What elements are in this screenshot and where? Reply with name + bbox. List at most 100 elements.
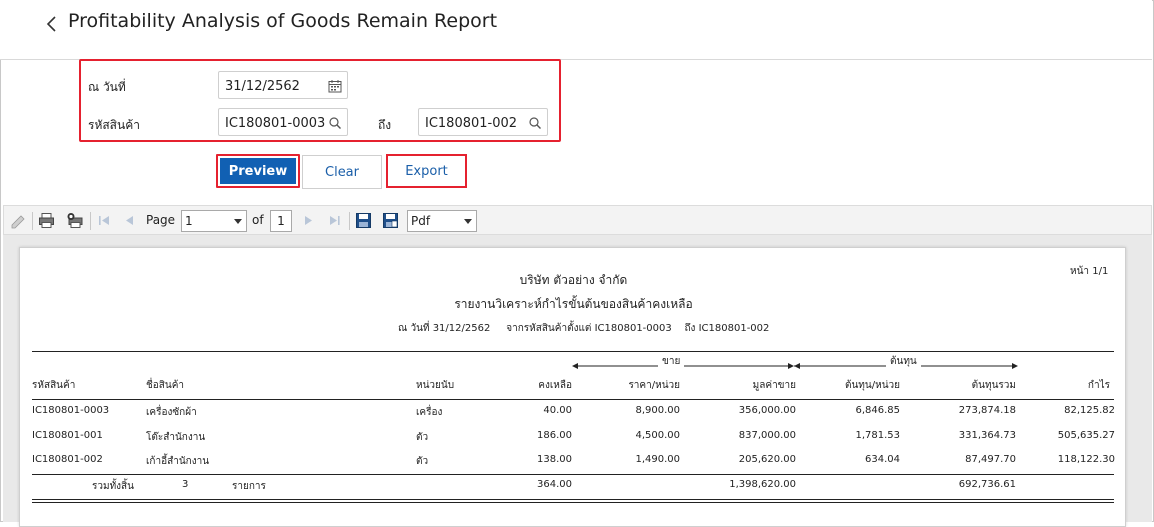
cell-name: เก้าอี้สำนักงาน bbox=[146, 456, 210, 467]
cell-unit: ตัว bbox=[416, 456, 429, 467]
cell-price: 4,500.00 bbox=[635, 430, 680, 441]
total-pages-box: 1 bbox=[270, 210, 292, 232]
cell-name: โต๊ะสำนักงาน bbox=[146, 432, 206, 443]
cell-total-cost: 331,364.73 bbox=[958, 430, 1016, 441]
cell-remain: 40.00 bbox=[543, 405, 572, 416]
col-header-sale: มูลค่าขาย bbox=[752, 380, 796, 391]
toolbar-divider bbox=[32, 212, 33, 230]
header-underline bbox=[32, 399, 1114, 400]
previous-page-icon[interactable] bbox=[122, 212, 139, 229]
preview-button[interactable]: Preview bbox=[216, 154, 300, 188]
export-button[interactable]: Export bbox=[386, 154, 467, 188]
total-sale: 1,398,620.00 bbox=[729, 479, 796, 490]
cell-sale: 356,000.00 bbox=[738, 405, 796, 416]
page-select[interactable]: 1 bbox=[181, 210, 247, 232]
col-header-total-cost: ต้นทุนรวม bbox=[971, 380, 1016, 391]
chevron-down-icon bbox=[234, 219, 242, 224]
total-label: รวมทั้งสิ้น bbox=[92, 481, 134, 492]
col-header-code: รหัสสินค้า bbox=[32, 380, 76, 391]
report-viewer-toolbar: Page 1 of 1 Pdf bbox=[3, 205, 1152, 235]
group-sale-label: ขาย bbox=[658, 354, 685, 369]
subtitle-to-label: ถึง bbox=[684, 323, 696, 334]
cell-remain: 186.00 bbox=[537, 430, 572, 441]
cell-unit-cost: 6,846.85 bbox=[855, 405, 900, 416]
cell-price: 8,900.00 bbox=[635, 405, 680, 416]
subtitle-date-label: ณ วันที่ bbox=[398, 323, 430, 334]
cell-unit: ตัว bbox=[416, 432, 429, 443]
cell-profit: 505,635.27 bbox=[1057, 430, 1115, 441]
product-from-input[interactable] bbox=[225, 114, 325, 132]
col-header-unit: หน่วยนับ bbox=[416, 380, 455, 391]
product-from-field[interactable] bbox=[218, 108, 348, 136]
last-page-icon[interactable] bbox=[326, 212, 343, 229]
cell-profit: 82,125.82 bbox=[1064, 405, 1115, 416]
toolbar-divider bbox=[349, 212, 350, 230]
col-header-name: ชื่อสินค้า bbox=[146, 380, 185, 391]
search-icon[interactable] bbox=[528, 115, 542, 129]
col-header-unit-cost: ต้นทุน/หน่วย bbox=[844, 380, 900, 391]
report-title: รายงานวิเคราะห์กำไรขั้นต้นของสินค้าคงเหล… bbox=[454, 297, 693, 311]
page-label: Page bbox=[146, 213, 176, 227]
report-company: บริษัท ตัวอย่าง จำกัด bbox=[519, 273, 628, 287]
col-header-profit: กำไร bbox=[1087, 380, 1110, 391]
calendar-icon[interactable] bbox=[328, 78, 342, 93]
cell-sale: 205,620.00 bbox=[738, 454, 796, 465]
product-code-label: รหัสสินค้า bbox=[88, 118, 140, 132]
subtitle-from-label: จากรหัสสินค้าตั้งแต่ bbox=[506, 323, 592, 334]
cell-code: IC180801-0003 bbox=[32, 405, 110, 416]
total-qty: 364.00 bbox=[537, 479, 572, 490]
total-count: 3 bbox=[182, 479, 189, 490]
report-page-number: หน้า 1/1 bbox=[1070, 266, 1109, 277]
page-header: Profitability Analysis of Goods Remain R… bbox=[0, 0, 1152, 60]
cell-total-cost: 273,874.18 bbox=[958, 405, 1016, 416]
date-input[interactable] bbox=[225, 77, 325, 95]
export-format-value: Pdf bbox=[411, 214, 431, 228]
bottom-rule-double bbox=[32, 502, 1114, 503]
cell-code: IC180801-001 bbox=[32, 430, 103, 441]
cell-name: เครื่องซักผ้า bbox=[146, 407, 197, 418]
bottom-rule bbox=[32, 499, 1114, 500]
back-chevron-icon[interactable] bbox=[44, 12, 60, 36]
cell-remain: 138.00 bbox=[537, 454, 572, 465]
date-field[interactable] bbox=[218, 71, 348, 99]
report-page: บริษัท ตัวอย่าง จำกัด รายงานวิเคราะห์กำไ… bbox=[19, 247, 1126, 527]
product-to-input[interactable] bbox=[425, 114, 525, 132]
cell-unit-cost: 634.04 bbox=[865, 454, 900, 465]
total-cost: 692,736.61 bbox=[958, 479, 1016, 490]
col-header-price: ราคา/หน่วย bbox=[628, 380, 680, 391]
first-page-icon[interactable] bbox=[96, 212, 113, 229]
toolbar-divider bbox=[90, 212, 91, 230]
col-header-remain: คงเหลือ bbox=[538, 380, 572, 391]
chevron-down-icon bbox=[464, 219, 472, 224]
search-icon[interactable] bbox=[328, 115, 342, 129]
cell-unit-cost: 1,781.53 bbox=[855, 430, 900, 441]
pencil-icon[interactable] bbox=[10, 212, 27, 229]
subtitle-to: IC180801-002 bbox=[698, 323, 770, 334]
cell-price: 1,490.00 bbox=[635, 454, 680, 465]
cell-unit: เครื่อง bbox=[416, 407, 443, 418]
of-label: of bbox=[252, 213, 264, 227]
group-cost-label: ต้นทุน bbox=[886, 354, 921, 369]
print-icon[interactable] bbox=[38, 212, 55, 229]
to-label: ถึง bbox=[378, 118, 392, 132]
table-top-rule bbox=[32, 351, 1114, 352]
subtitle-from: IC180801-0003 bbox=[594, 323, 672, 334]
cell-profit: 118,122.30 bbox=[1057, 454, 1115, 465]
group-header-arrows bbox=[572, 363, 1018, 369]
total-count-unit: รายการ bbox=[232, 481, 266, 492]
subtitle-date: 31/12/2562 bbox=[432, 323, 491, 334]
print-preview-icon[interactable] bbox=[66, 212, 83, 229]
cell-total-cost: 87,497.70 bbox=[965, 454, 1016, 465]
cell-code: IC180801-002 bbox=[32, 454, 103, 465]
export-save-icon[interactable] bbox=[382, 212, 399, 229]
save-icon[interactable] bbox=[355, 212, 372, 229]
cell-sale: 837,000.00 bbox=[738, 430, 796, 441]
next-page-icon[interactable] bbox=[300, 212, 317, 229]
report-subtitle: ณ วันที่ 31/12/2562 จากรหัสสินค้าตั้งแต่… bbox=[398, 321, 769, 336]
date-label: ณ วันที่ bbox=[88, 80, 126, 94]
export-format-select[interactable]: Pdf bbox=[407, 210, 477, 232]
clear-button[interactable]: Clear bbox=[302, 155, 382, 189]
page-title: Profitability Analysis of Goods Remain R… bbox=[68, 10, 498, 32]
page-select-value: 1 bbox=[185, 214, 193, 228]
product-to-field[interactable] bbox=[418, 108, 548, 136]
